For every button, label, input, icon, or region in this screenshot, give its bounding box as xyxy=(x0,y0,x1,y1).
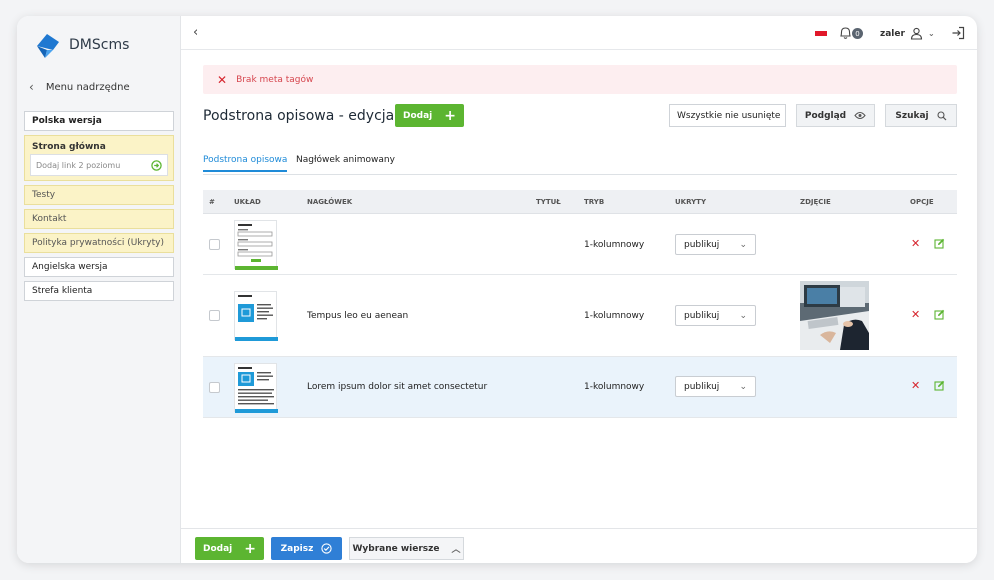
visibility-value: publikuj xyxy=(684,381,720,392)
search-button[interactable]: Szukaj xyxy=(885,104,957,127)
row-photo[interactable] xyxy=(800,281,869,350)
visibility-select[interactable]: publikuj ⌄ xyxy=(675,234,756,255)
col-header-mode[interactable]: TRYB xyxy=(584,198,604,206)
tab-naglowek-animowany[interactable]: Nagłówek animowany xyxy=(296,155,395,165)
sidebar: DMScms ‹ Menu nadrzędne Polska wersja St… xyxy=(17,16,181,563)
filter-select[interactable]: Wszystkie nie usunięte ⌄ xyxy=(669,104,786,127)
eye-icon xyxy=(854,112,866,119)
delete-icon[interactable]: ✕ xyxy=(911,379,920,392)
sidebar-item-strona-glowna[interactable]: Strona główna xyxy=(30,139,168,154)
add-link-input[interactable]: Dodaj link 2 poziomu xyxy=(30,154,168,176)
visibility-select[interactable]: publikuj ⌄ xyxy=(675,305,756,326)
selected-rows-label: Wybrane wiersze xyxy=(352,543,440,554)
sidebar-item-testy[interactable]: Testy xyxy=(24,185,174,205)
row-checkbox[interactable] xyxy=(209,239,220,250)
sidebar-item-strefa-klienta[interactable]: Strefa klienta xyxy=(24,281,174,301)
tab-podstrona-opisowa[interactable]: Podstrona opisowa xyxy=(203,155,288,172)
mode-cell: 1-kolumnowy xyxy=(584,240,645,250)
mode-cell: 1-kolumnowy xyxy=(584,311,645,321)
add-link-placeholder: Dodaj link 2 poziomu xyxy=(36,160,121,170)
chevron-down-icon: ⌄ xyxy=(784,111,785,121)
chevron-down-icon: ⌄ xyxy=(927,29,935,38)
edit-icon[interactable] xyxy=(934,238,945,249)
delete-icon[interactable]: ✕ xyxy=(911,308,920,321)
col-header-number: # xyxy=(209,198,215,206)
user-menu[interactable]: zaler ⌄ xyxy=(880,27,935,40)
layout-thumbnail xyxy=(234,363,278,413)
username: zaler xyxy=(880,28,905,39)
table-header: # UKŁAD NAGŁÓWEK TYTUŁ TRYB UKRYTY ZDJĘC… xyxy=(203,190,957,214)
parent-menu-link[interactable]: ‹ Menu nadrzędne xyxy=(29,80,130,94)
user-icon xyxy=(910,27,923,40)
visibility-value: publikuj xyxy=(684,239,720,250)
sidebar-menu: Polska wersja Strona główna Dodaj link 2… xyxy=(24,111,174,305)
logout-icon[interactable] xyxy=(951,26,965,40)
parent-menu-label: Menu nadrzędne xyxy=(45,81,130,93)
layout-thumbnail xyxy=(234,220,278,270)
sidebar-item-polska-wersja[interactable]: Polska wersja xyxy=(24,111,174,131)
table-row[interactable]: 1-kolumnowy publikuj ⌄ ✕ xyxy=(203,214,957,275)
col-header-title[interactable]: TYTUŁ xyxy=(536,198,561,206)
sidebar-item-angielska-wersja[interactable]: Angielska wersja xyxy=(24,257,174,277)
add-button-label: Dodaj xyxy=(403,110,433,121)
app-window: DMScms ‹ Menu nadrzędne Polska wersja St… xyxy=(17,16,977,563)
layout-thumbnail xyxy=(234,291,278,341)
footer-add-button[interactable]: Dodaj + xyxy=(195,537,264,560)
preview-label: Podgląd xyxy=(804,110,847,121)
alert-text: Brak meta tagów xyxy=(236,74,314,85)
row-checkbox[interactable] xyxy=(209,382,220,393)
arrow-right-circle-icon[interactable] xyxy=(151,159,162,171)
language-flag-icon[interactable] xyxy=(815,31,827,36)
chevron-left-icon: ‹ xyxy=(29,80,34,94)
logo[interactable]: DMScms xyxy=(33,30,129,60)
topbar: ‹ 0 zaler ⌄ xyxy=(181,16,977,50)
table-row[interactable]: Tempus leo eu aenean 1-kolumnowy publiku… xyxy=(203,275,957,357)
chevron-down-icon: ⌄ xyxy=(739,310,747,321)
visibility-value: publikuj xyxy=(684,310,720,321)
error-alert: ✕ Brak meta tagów xyxy=(203,65,957,94)
sidebar-group-strona-glowna: Strona główna Dodaj link 2 poziomu xyxy=(24,135,174,181)
footer-toolbar: Dodaj + Zapisz Wybrane wiersze ︿ xyxy=(181,528,977,563)
edit-icon[interactable] xyxy=(934,380,945,391)
search-icon xyxy=(937,110,947,120)
footer-add-label: Dodaj xyxy=(203,543,233,554)
heading-cell: Tempus leo eu aenean xyxy=(307,311,409,321)
mode-cell: 1-kolumnowy xyxy=(584,382,645,392)
page-title: Podstrona opisowa - edycja (3) xyxy=(203,108,419,124)
col-header-heading[interactable]: NAGŁÓWEK xyxy=(307,198,352,206)
plus-icon: + xyxy=(444,107,456,124)
filter-select-value: Wszystkie nie usunięte xyxy=(677,110,781,121)
data-table: # UKŁAD NAGŁÓWEK TYTUŁ TRYB UKRYTY ZDJĘC… xyxy=(203,190,957,418)
collapse-chevron-icon[interactable]: ‹ xyxy=(193,25,198,40)
notification-badge: 0 xyxy=(852,28,863,39)
edit-icon[interactable] xyxy=(934,309,945,320)
delete-icon[interactable]: ✕ xyxy=(911,237,920,250)
save-button[interactable]: Zapisz xyxy=(271,537,342,560)
logo-text: DMScms xyxy=(69,37,130,53)
col-header-layout: UKŁAD xyxy=(234,198,261,206)
col-header-hidden[interactable]: UKRYTY xyxy=(675,198,706,206)
search-label: Szukaj xyxy=(895,110,929,121)
tabs: Podstrona opisowa Nagłówek animowany xyxy=(203,153,957,175)
heading-cell: Lorem ipsum dolor sit amet consectetur xyxy=(307,382,488,392)
sidebar-item-kontakt[interactable]: Kontakt xyxy=(24,209,174,229)
row-checkbox[interactable] xyxy=(209,310,220,321)
chevron-down-icon: ⌄ xyxy=(739,239,747,250)
sidebar-item-polityka[interactable]: Polityka prywatności (Ukryty) xyxy=(24,233,174,253)
close-icon[interactable]: ✕ xyxy=(217,73,227,87)
table-row[interactable]: Lorem ipsum dolor sit amet consectetur 1… xyxy=(203,357,957,418)
logo-icon xyxy=(37,34,59,58)
selected-rows-button[interactable]: Wybrane wiersze ︿ xyxy=(349,537,464,560)
chevron-down-icon: ⌄ xyxy=(739,381,747,392)
chevron-up-icon: ︿ xyxy=(451,545,461,555)
add-button[interactable]: Dodaj + xyxy=(395,104,464,127)
visibility-select[interactable]: publikuj ⌄ xyxy=(675,376,756,397)
preview-button[interactable]: Podgląd xyxy=(796,104,875,127)
plus-icon: + xyxy=(244,540,256,557)
bell-icon[interactable] xyxy=(839,26,852,40)
col-header-options: OPCJE xyxy=(910,198,934,206)
col-header-photo: ZDJĘCIE xyxy=(800,198,831,206)
save-label: Zapisz xyxy=(280,543,314,554)
check-circle-icon xyxy=(321,543,333,554)
